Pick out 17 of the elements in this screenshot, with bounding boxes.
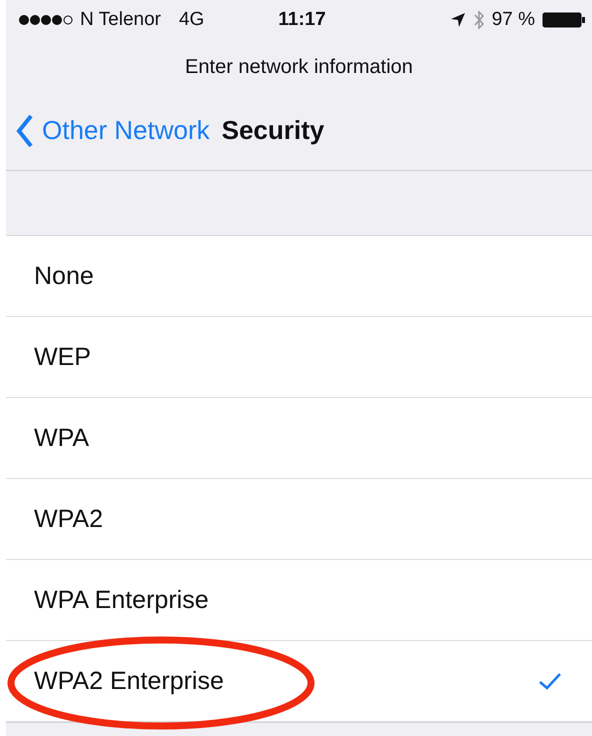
network-type: 4G — [178, 9, 204, 31]
battery-icon — [542, 11, 586, 29]
chevron-left-icon — [16, 114, 34, 148]
option-row[interactable]: None — [6, 236, 592, 317]
location-arrow-icon — [450, 12, 466, 28]
prompt-text: Enter network information — [184, 55, 414, 80]
option-row[interactable]: WPA — [6, 398, 592, 479]
signal-icon — [18, 13, 74, 27]
carrier-name: N Telenor — [80, 9, 161, 31]
option-row[interactable]: WPA2 Enterprise — [6, 641, 592, 722]
option-row[interactable]: WPA Enterprise — [6, 560, 592, 641]
option-row[interactable]: WPA2 — [6, 479, 592, 560]
nav-title: Security — [222, 115, 324, 146]
battery-percent: 97 % — [492, 9, 536, 31]
status-time: 11:17 — [278, 9, 326, 31]
bluetooth-icon — [472, 10, 485, 30]
option-row[interactable]: WEP — [6, 317, 592, 398]
